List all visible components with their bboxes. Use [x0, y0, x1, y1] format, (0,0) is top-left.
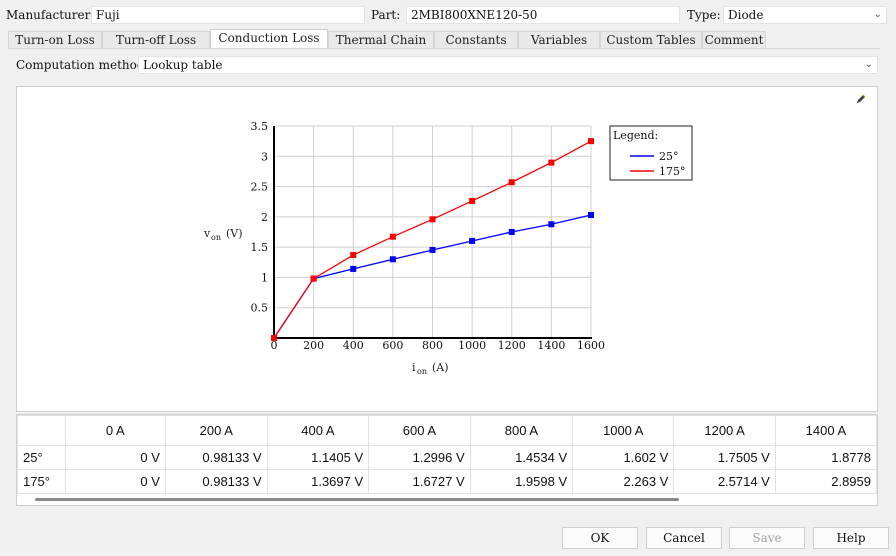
table-row: 175° 0 V 0.98133 V 1.3697 V 1.6727 V 1.9…: [17, 469, 877, 494]
column-header[interactable]: 400 A: [266, 415, 370, 446]
legend-label-175: 175°: [659, 165, 686, 178]
table-row: 25° 0 V 0.98133 V 1.1405 V 1.2996 V 1.45…: [17, 445, 877, 470]
data-point: [469, 237, 476, 244]
table-cell[interactable]: 1.4534 V: [469, 445, 574, 470]
table-cell[interactable]: 0.98133 V: [164, 469, 268, 494]
table-cell[interactable]: 1.8778: [774, 445, 877, 470]
column-header[interactable]: 600 A: [368, 415, 471, 446]
y-axis-label-unit: (V): [226, 227, 243, 240]
table-cell[interactable]: 2.8959: [774, 469, 877, 494]
table-cell[interactable]: 0 V: [64, 469, 166, 494]
table-cell[interactable]: 0 V: [64, 445, 166, 470]
x-axis-label-main: i: [412, 361, 416, 374]
y-axis-label-main: v: [203, 227, 211, 240]
data-point: [588, 138, 594, 145]
data-point: [350, 265, 357, 272]
data-point: [588, 212, 594, 219]
table-cell[interactable]: 2.263 V: [572, 469, 675, 494]
legend-label-25: 25°: [659, 150, 679, 163]
column-header[interactable]: 800 A: [469, 415, 574, 446]
y-tick-label: 2: [261, 211, 268, 224]
table-header-row: 0 A 200 A 400 A 600 A 800 A 1000 A 1200 …: [17, 415, 877, 446]
column-header[interactable]: 200 A: [164, 415, 268, 446]
data-point: [429, 246, 436, 253]
column-header[interactable]: 0 A: [64, 415, 166, 446]
x-tick-label: 1600: [577, 339, 605, 352]
y-axis-label-sub: on: [211, 233, 221, 242]
table-cell[interactable]: 2.5714 V: [673, 469, 776, 494]
x-axis-label: i on (A): [412, 361, 449, 376]
data-point: [389, 256, 396, 263]
y-tick-label: 3: [261, 150, 268, 163]
cancel-button[interactable]: Cancel: [646, 527, 722, 549]
scrollbar-thumb[interactable]: [35, 498, 679, 501]
data-point: [548, 221, 555, 228]
table-cell[interactable]: 1.3697 V: [266, 469, 370, 494]
chart-legend: Legend: 25° 175°: [609, 125, 693, 181]
x-tick-label: 0: [271, 339, 278, 352]
table-cell[interactable]: 1.1405 V: [266, 445, 370, 470]
x-axis-label-unit: (A): [432, 361, 449, 374]
y-tick-label: 3.5: [251, 120, 269, 133]
table-cell[interactable]: 1.2996 V: [368, 445, 471, 470]
ok-button[interactable]: OK: [562, 527, 638, 549]
data-point: [548, 159, 555, 166]
x-axis-label-sub: on: [417, 367, 427, 376]
x-tick-label: 1400: [537, 339, 565, 352]
table-corner: [17, 415, 66, 446]
data-point: [429, 216, 436, 223]
table-cell[interactable]: 1.7505 V: [673, 445, 776, 470]
y-tick-label: 1: [261, 271, 268, 284]
x-tick-label: 1200: [498, 339, 526, 352]
row-header[interactable]: 25°: [17, 445, 66, 470]
column-header[interactable]: 1200 A: [673, 415, 776, 446]
x-tick-label: 800: [422, 339, 443, 352]
table-cell[interactable]: 1.602 V: [572, 445, 675, 470]
data-point: [469, 197, 476, 204]
conduction-loss-chart: 0 200 400 600 800 1000 1200 1400 1600 0.5 1 1.5 2 2.5…: [203, 120, 693, 376]
save-button[interactable]: Save: [729, 527, 805, 549]
column-header[interactable]: 1000 A: [572, 415, 675, 446]
x-tick-label: 600: [382, 339, 403, 352]
y-tick-label: 2.5: [251, 181, 269, 194]
horizontal-scrollbar[interactable]: [17, 495, 877, 505]
row-header[interactable]: 175°: [17, 469, 66, 494]
x-tick-label: 1000: [458, 339, 486, 352]
data-point: [508, 179, 515, 186]
table-cell[interactable]: 1.9598 V: [469, 469, 574, 494]
lookup-table: 0 A 200 A 400 A 600 A 800 A 1000 A 1200 …: [17, 415, 877, 494]
chart-grid: [274, 125, 592, 338]
x-tick-label: 200: [303, 339, 324, 352]
data-point: [310, 275, 317, 282]
y-tick-label: 0.5: [251, 302, 269, 315]
x-tick-label: 400: [343, 339, 364, 352]
table-cell[interactable]: 0.98133 V: [164, 445, 268, 470]
y-tick-label: 1.5: [251, 241, 269, 254]
help-button[interactable]: Help: [813, 527, 889, 549]
table-cell[interactable]: 1.6727 V: [368, 469, 471, 494]
legend-title: Legend:: [613, 129, 658, 142]
data-point: [508, 228, 515, 235]
lookup-table-panel: 0 A 200 A 400 A 600 A 800 A 1000 A 1200 …: [16, 414, 878, 506]
data-point: [350, 252, 357, 259]
y-axis-label: v on (V): [203, 227, 243, 242]
data-point: [389, 233, 396, 240]
column-header[interactable]: 1400 A: [774, 415, 877, 446]
